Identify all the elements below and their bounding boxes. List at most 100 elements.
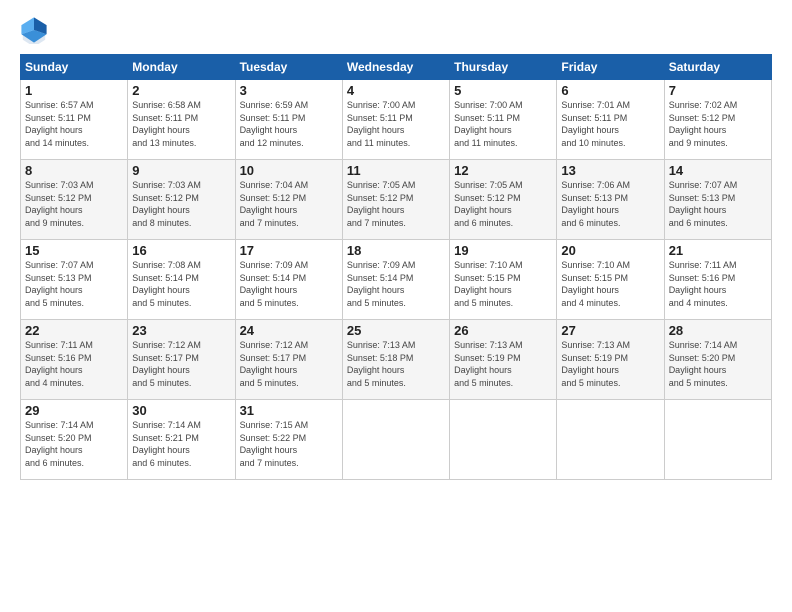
day-number: 28	[669, 323, 767, 338]
day-info: Sunrise: 7:13 AM Sunset: 5:19 PM Dayligh…	[561, 339, 659, 389]
day-number: 19	[454, 243, 552, 258]
calendar-cell: 19 Sunrise: 7:10 AM Sunset: 5:15 PM Dayl…	[450, 240, 557, 320]
day-number: 27	[561, 323, 659, 338]
day-number: 12	[454, 163, 552, 178]
day-info: Sunrise: 7:07 AM Sunset: 5:13 PM Dayligh…	[25, 259, 123, 309]
day-info: Sunrise: 7:03 AM Sunset: 5:12 PM Dayligh…	[25, 179, 123, 229]
day-info: Sunrise: 7:14 AM Sunset: 5:21 PM Dayligh…	[132, 419, 230, 469]
calendar-cell: 10 Sunrise: 7:04 AM Sunset: 5:12 PM Dayl…	[235, 160, 342, 240]
day-number: 15	[25, 243, 123, 258]
calendar-cell: 13 Sunrise: 7:06 AM Sunset: 5:13 PM Dayl…	[557, 160, 664, 240]
calendar-cell: 9 Sunrise: 7:03 AM Sunset: 5:12 PM Dayli…	[128, 160, 235, 240]
day-number: 29	[25, 403, 123, 418]
day-info: Sunrise: 7:00 AM Sunset: 5:11 PM Dayligh…	[347, 99, 445, 149]
day-info: Sunrise: 7:12 AM Sunset: 5:17 PM Dayligh…	[240, 339, 338, 389]
day-number: 13	[561, 163, 659, 178]
day-number: 4	[347, 83, 445, 98]
day-info: Sunrise: 7:14 AM Sunset: 5:20 PM Dayligh…	[25, 419, 123, 469]
calendar-week-row: 15 Sunrise: 7:07 AM Sunset: 5:13 PM Dayl…	[21, 240, 772, 320]
calendar-cell: 11 Sunrise: 7:05 AM Sunset: 5:12 PM Dayl…	[342, 160, 449, 240]
day-number: 22	[25, 323, 123, 338]
day-info: Sunrise: 7:08 AM Sunset: 5:14 PM Dayligh…	[132, 259, 230, 309]
calendar-cell: 5 Sunrise: 7:00 AM Sunset: 5:11 PM Dayli…	[450, 80, 557, 160]
day-number: 21	[669, 243, 767, 258]
calendar-cell	[664, 400, 771, 480]
calendar-week-row: 1 Sunrise: 6:57 AM Sunset: 5:11 PM Dayli…	[21, 80, 772, 160]
day-number: 18	[347, 243, 445, 258]
day-number: 6	[561, 83, 659, 98]
calendar-cell: 26 Sunrise: 7:13 AM Sunset: 5:19 PM Dayl…	[450, 320, 557, 400]
day-info: Sunrise: 7:12 AM Sunset: 5:17 PM Dayligh…	[132, 339, 230, 389]
calendar-cell: 23 Sunrise: 7:12 AM Sunset: 5:17 PM Dayl…	[128, 320, 235, 400]
day-info: Sunrise: 7:10 AM Sunset: 5:15 PM Dayligh…	[454, 259, 552, 309]
day-number: 25	[347, 323, 445, 338]
day-info: Sunrise: 7:01 AM Sunset: 5:11 PM Dayligh…	[561, 99, 659, 149]
calendar-cell	[342, 400, 449, 480]
calendar-cell: 17 Sunrise: 7:09 AM Sunset: 5:14 PM Dayl…	[235, 240, 342, 320]
day-info: Sunrise: 7:00 AM Sunset: 5:11 PM Dayligh…	[454, 99, 552, 149]
day-number: 3	[240, 83, 338, 98]
calendar-cell	[450, 400, 557, 480]
day-number: 5	[454, 83, 552, 98]
header	[20, 16, 772, 44]
day-number: 23	[132, 323, 230, 338]
day-number: 17	[240, 243, 338, 258]
calendar-header-row: SundayMondayTuesdayWednesdayThursdayFrid…	[21, 55, 772, 80]
weekday-header: Friday	[557, 55, 664, 80]
day-info: Sunrise: 7:14 AM Sunset: 5:20 PM Dayligh…	[669, 339, 767, 389]
calendar-cell: 28 Sunrise: 7:14 AM Sunset: 5:20 PM Dayl…	[664, 320, 771, 400]
weekday-header: Sunday	[21, 55, 128, 80]
day-info: Sunrise: 7:05 AM Sunset: 5:12 PM Dayligh…	[454, 179, 552, 229]
day-number: 7	[669, 83, 767, 98]
calendar-cell: 30 Sunrise: 7:14 AM Sunset: 5:21 PM Dayl…	[128, 400, 235, 480]
calendar-cell: 8 Sunrise: 7:03 AM Sunset: 5:12 PM Dayli…	[21, 160, 128, 240]
calendar-cell: 18 Sunrise: 7:09 AM Sunset: 5:14 PM Dayl…	[342, 240, 449, 320]
calendar-cell: 2 Sunrise: 6:58 AM Sunset: 5:11 PM Dayli…	[128, 80, 235, 160]
weekday-header: Monday	[128, 55, 235, 80]
day-number: 11	[347, 163, 445, 178]
calendar-cell: 14 Sunrise: 7:07 AM Sunset: 5:13 PM Dayl…	[664, 160, 771, 240]
day-number: 30	[132, 403, 230, 418]
day-info: Sunrise: 6:57 AM Sunset: 5:11 PM Dayligh…	[25, 99, 123, 149]
calendar-week-row: 22 Sunrise: 7:11 AM Sunset: 5:16 PM Dayl…	[21, 320, 772, 400]
calendar-cell: 15 Sunrise: 7:07 AM Sunset: 5:13 PM Dayl…	[21, 240, 128, 320]
weekday-header: Thursday	[450, 55, 557, 80]
calendar-cell: 24 Sunrise: 7:12 AM Sunset: 5:17 PM Dayl…	[235, 320, 342, 400]
day-number: 20	[561, 243, 659, 258]
day-number: 24	[240, 323, 338, 338]
calendar-cell: 29 Sunrise: 7:14 AM Sunset: 5:20 PM Dayl…	[21, 400, 128, 480]
day-info: Sunrise: 6:59 AM Sunset: 5:11 PM Dayligh…	[240, 99, 338, 149]
day-info: Sunrise: 7:11 AM Sunset: 5:16 PM Dayligh…	[25, 339, 123, 389]
day-info: Sunrise: 7:09 AM Sunset: 5:14 PM Dayligh…	[240, 259, 338, 309]
day-number: 14	[669, 163, 767, 178]
day-info: Sunrise: 7:13 AM Sunset: 5:18 PM Dayligh…	[347, 339, 445, 389]
calendar-cell: 12 Sunrise: 7:05 AM Sunset: 5:12 PM Dayl…	[450, 160, 557, 240]
day-number: 8	[25, 163, 123, 178]
logo-icon	[20, 16, 48, 44]
day-info: Sunrise: 7:07 AM Sunset: 5:13 PM Dayligh…	[669, 179, 767, 229]
calendar-cell: 21 Sunrise: 7:11 AM Sunset: 5:16 PM Dayl…	[664, 240, 771, 320]
day-info: Sunrise: 7:10 AM Sunset: 5:15 PM Dayligh…	[561, 259, 659, 309]
calendar-cell: 16 Sunrise: 7:08 AM Sunset: 5:14 PM Dayl…	[128, 240, 235, 320]
calendar-cell: 1 Sunrise: 6:57 AM Sunset: 5:11 PM Dayli…	[21, 80, 128, 160]
day-info: Sunrise: 7:05 AM Sunset: 5:12 PM Dayligh…	[347, 179, 445, 229]
calendar-cell: 6 Sunrise: 7:01 AM Sunset: 5:11 PM Dayli…	[557, 80, 664, 160]
day-info: Sunrise: 7:13 AM Sunset: 5:19 PM Dayligh…	[454, 339, 552, 389]
day-number: 1	[25, 83, 123, 98]
calendar-cell: 31 Sunrise: 7:15 AM Sunset: 5:22 PM Dayl…	[235, 400, 342, 480]
day-info: Sunrise: 7:11 AM Sunset: 5:16 PM Dayligh…	[669, 259, 767, 309]
calendar-cell: 4 Sunrise: 7:00 AM Sunset: 5:11 PM Dayli…	[342, 80, 449, 160]
calendar-week-row: 29 Sunrise: 7:14 AM Sunset: 5:20 PM Dayl…	[21, 400, 772, 480]
day-info: Sunrise: 7:03 AM Sunset: 5:12 PM Dayligh…	[132, 179, 230, 229]
calendar-cell: 20 Sunrise: 7:10 AM Sunset: 5:15 PM Dayl…	[557, 240, 664, 320]
calendar-cell: 25 Sunrise: 7:13 AM Sunset: 5:18 PM Dayl…	[342, 320, 449, 400]
day-number: 2	[132, 83, 230, 98]
calendar-cell: 22 Sunrise: 7:11 AM Sunset: 5:16 PM Dayl…	[21, 320, 128, 400]
day-number: 31	[240, 403, 338, 418]
weekday-header: Tuesday	[235, 55, 342, 80]
weekday-header: Saturday	[664, 55, 771, 80]
calendar: SundayMondayTuesdayWednesdayThursdayFrid…	[20, 54, 772, 480]
calendar-cell: 7 Sunrise: 7:02 AM Sunset: 5:12 PM Dayli…	[664, 80, 771, 160]
logo	[20, 16, 52, 44]
day-info: Sunrise: 7:15 AM Sunset: 5:22 PM Dayligh…	[240, 419, 338, 469]
